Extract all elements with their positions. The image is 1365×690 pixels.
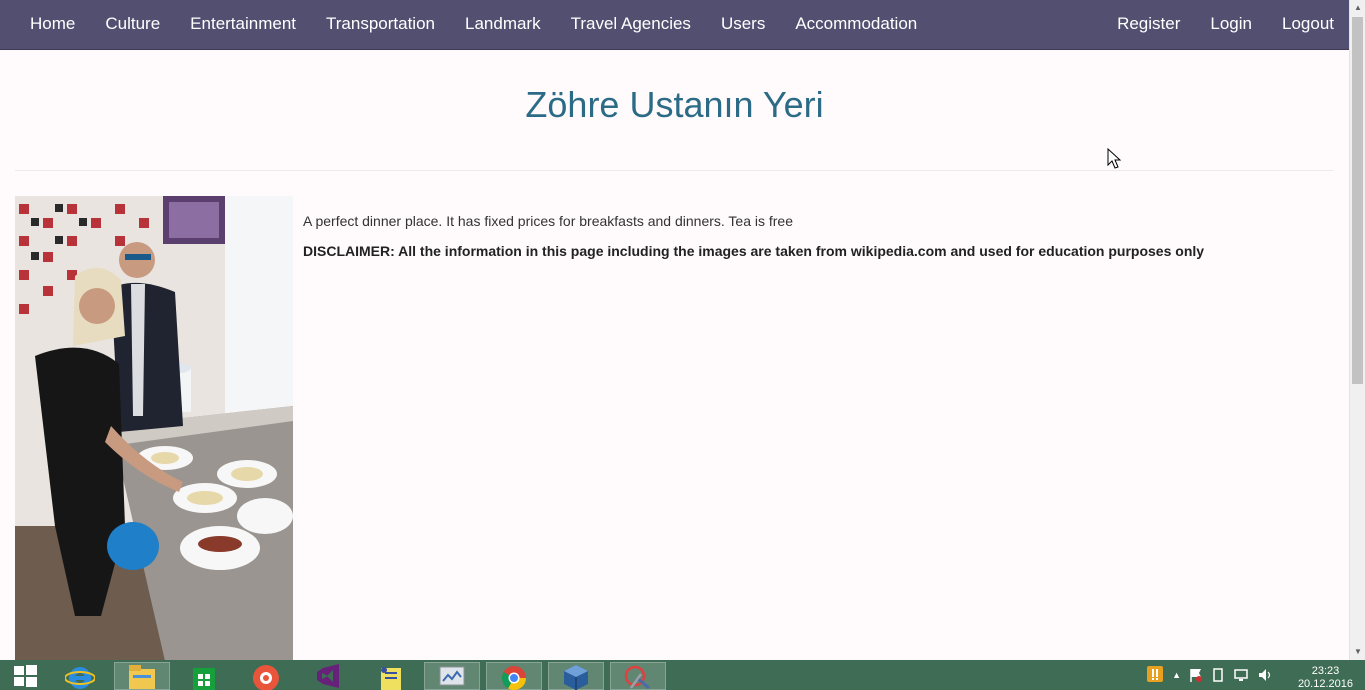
nav-link-travel-agencies[interactable]: Travel Agencies — [556, 14, 706, 34]
page-title: Zöhre Ustanın Yeri — [525, 84, 824, 125]
system-tray: ▲ — [1146, 660, 1273, 690]
device-icon[interactable] — [1211, 667, 1225, 683]
snipping-tool-icon[interactable] — [610, 662, 666, 690]
mouse-cursor-icon — [1107, 148, 1121, 169]
windows-taskbar: ▲ 23:23 20.12.2016 — [0, 660, 1365, 690]
page-scrollbar[interactable]: ▲ ▼ — [1349, 0, 1365, 660]
notepad-icon[interactable] — [362, 662, 418, 690]
nav-left-group: Home Culture Entertainment Transportatio… — [15, 0, 932, 48]
title-divider — [15, 170, 1333, 171]
place-photo — [15, 196, 293, 661]
clock-date: 20.12.2016 — [1297, 678, 1353, 690]
internet-explorer-icon[interactable] — [52, 662, 108, 690]
place-description: A perfect dinner place. It has fixed pri… — [303, 213, 794, 229]
network-icon[interactable] — [1233, 667, 1249, 683]
monitor-icon[interactable] — [424, 662, 480, 690]
scroll-up-arrow-icon[interactable]: ▲ — [1350, 0, 1365, 16]
system-clock[interactable]: 23:23 20.12.2016 — [1298, 665, 1353, 690]
chrome-icon[interactable] — [486, 662, 542, 690]
file-explorer-icon[interactable] — [114, 662, 170, 690]
top-navbar: Home Culture Entertainment Transportatio… — [0, 0, 1349, 50]
nav-link-accommodation[interactable]: Accommodation — [780, 14, 932, 34]
visual-studio-icon[interactable] — [300, 662, 356, 690]
windows-start-icon[interactable] — [0, 662, 50, 690]
nav-link-login[interactable]: Login — [1195, 14, 1267, 34]
scroll-thumb[interactable] — [1352, 17, 1363, 384]
volume-icon[interactable] — [1257, 667, 1273, 683]
nav-link-register[interactable]: Register — [1102, 14, 1195, 34]
flag-icon[interactable] — [1189, 667, 1203, 683]
nav-link-entertainment[interactable]: Entertainment — [175, 14, 311, 34]
notification-warning-icon[interactable] — [1146, 664, 1164, 686]
virtualbox-icon[interactable] — [548, 662, 604, 690]
nav-right-group: Register Login Logout — [1102, 0, 1349, 48]
nav-link-logout[interactable]: Logout — [1267, 14, 1349, 34]
nav-link-transportation[interactable]: Transportation — [311, 14, 450, 34]
show-hidden-icons-icon[interactable]: ▲ — [1172, 670, 1181, 680]
nav-link-users[interactable]: Users — [706, 14, 780, 34]
nav-link-home[interactable]: Home — [15, 14, 90, 34]
clock-time: 23:23 — [1311, 665, 1340, 677]
store-icon[interactable] — [176, 662, 232, 690]
disclaimer-text: DISCLAIMER: All the information in this … — [303, 243, 1205, 259]
app-icon[interactable] — [238, 662, 294, 690]
nav-link-landmark[interactable]: Landmark — [450, 14, 556, 34]
nav-link-culture[interactable]: Culture — [90, 14, 175, 34]
scroll-down-arrow-icon[interactable]: ▼ — [1350, 644, 1365, 660]
